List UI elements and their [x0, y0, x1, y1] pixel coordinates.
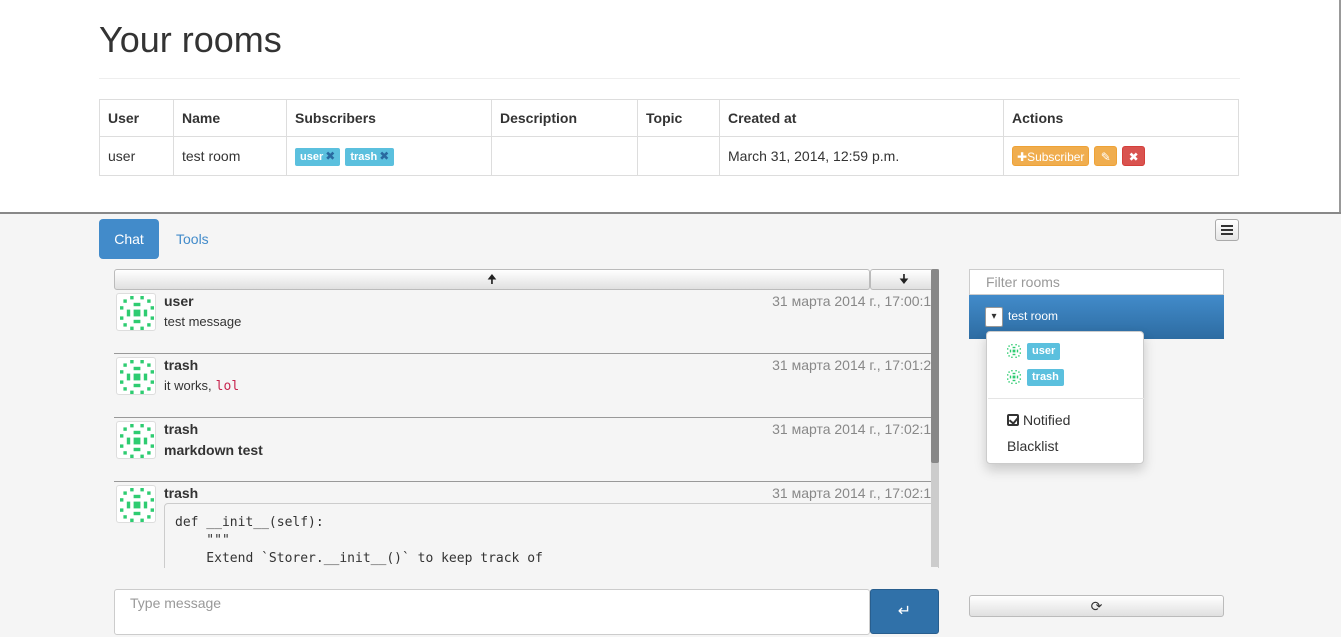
menu-button[interactable] — [1215, 219, 1239, 241]
notified-menu-item[interactable]: Notified — [1007, 412, 1070, 428]
filter-rooms-input[interactable]: Filter rooms — [969, 269, 1224, 295]
message-input[interactable]: Type message — [114, 589, 870, 635]
inline-code: lol — [215, 379, 240, 394]
remove-icon[interactable]: ✖ — [379, 149, 389, 163]
refresh-icon: ⟳ — [1090, 598, 1103, 614]
code-block: def __init__(self): """ Extend `Storer._… — [164, 503, 939, 568]
avatar — [1007, 344, 1021, 358]
tab-chat[interactable]: Chat — [99, 219, 159, 259]
subscriber-badge-label: trash — [350, 150, 378, 163]
subscriber-badge: trash ✖ — [345, 147, 395, 166]
remove-circle-icon: ✖ — [1128, 150, 1139, 164]
check-square-icon — [1007, 414, 1019, 426]
message-timestamp: 31 марта 2014 г., 17:01:26 — [772, 357, 939, 373]
page-title: Your rooms — [99, 19, 282, 60]
avatar — [116, 485, 156, 523]
delete-button[interactable]: ✖ — [1122, 146, 1146, 166]
dropdown-subscriber[interactable]: trash — [1007, 368, 1064, 386]
message-timestamp: 31 марта 2014 г., 17:00:17 — [772, 293, 939, 309]
add-subscriber-button[interactable]: ✚Subscriber — [1012, 146, 1090, 166]
message-timestamp: 31 марта 2014 г., 17:02:14 — [772, 421, 939, 437]
subscriber-badge: trash — [1027, 368, 1064, 386]
edit-button[interactable]: ✎ — [1094, 146, 1118, 166]
plus-icon: ✚ — [1017, 150, 1028, 164]
message-list: user 31 марта 2014 г., 17:00:17 test mes… — [114, 290, 940, 568]
dropdown-subscriber[interactable]: user — [1007, 342, 1061, 360]
dropdown-divider — [988, 398, 1144, 399]
cell-description — [491, 136, 638, 176]
column-header-topic: Topic — [637, 99, 720, 137]
add-subscriber-label: Subscriber — [1027, 150, 1085, 164]
cell-actions: ✚Subscriber ✎ ✖ — [1003, 136, 1239, 176]
avatar — [1007, 370, 1021, 384]
column-header-created-at: Created at — [719, 99, 1004, 137]
title-divider — [99, 78, 1240, 79]
subscriber-badge-label: user — [300, 150, 324, 163]
cell-created-at: March 31, 2014, 12:59 p.m. — [719, 136, 1004, 176]
arrow-up-icon: 🠉 — [487, 272, 497, 286]
subscriber-badge: user ✖ — [295, 147, 341, 166]
room-name: test room — [1008, 309, 1059, 323]
message-author: trash — [164, 357, 199, 373]
column-header-user: User — [99, 99, 174, 137]
cell-topic — [637, 136, 720, 176]
scrollbar-thumb[interactable] — [931, 269, 939, 463]
column-header-subscribers: Subscribers — [286, 99, 492, 137]
enter-icon: ↵ — [897, 603, 912, 620]
table-row: user test room user ✖ trash ✖ March 31, 201… — [99, 136, 1239, 176]
message-text: it works, lol — [164, 378, 239, 394]
cell-user: user — [99, 136, 174, 176]
cell-name: test room — [173, 136, 287, 176]
scroll-up-button[interactable]: 🠉 — [114, 269, 870, 290]
caret-down-icon[interactable]: ▾ — [985, 307, 1003, 327]
message-text: markdown test — [164, 442, 263, 458]
send-button[interactable]: ↵ — [870, 589, 939, 634]
message-author: trash — [164, 421, 199, 437]
message-timestamp: 31 марта 2014 г., 17:02:16 — [772, 485, 939, 501]
tab-tools[interactable]: Tools — [161, 219, 224, 259]
message-text: test message — [164, 314, 242, 329]
rooms-table: User Name Subscribers Description Topic … — [99, 99, 1239, 176]
column-header-name: Name — [173, 99, 287, 137]
edit-icon: ✎ — [1100, 150, 1111, 164]
message-author: trash — [164, 485, 199, 501]
avatar — [116, 421, 156, 459]
remove-icon[interactable]: ✖ — [325, 149, 335, 163]
arrow-down-icon: 🠋 — [899, 272, 909, 286]
avatar — [116, 293, 156, 331]
cell-subscribers: user ✖ trash ✖ — [286, 136, 492, 176]
column-header-description: Description — [491, 99, 638, 137]
table-header-row: User Name Subscribers Description Topic … — [99, 99, 1239, 137]
message-author: user — [164, 293, 194, 309]
message-item: user 31 марта 2014 г., 17:00:17 test mes… — [114, 290, 939, 354]
message-text-content: it works, — [164, 378, 212, 393]
notified-label: Notified — [1023, 412, 1071, 428]
room-dropdown-menu: user trash Notified Blacklist — [986, 331, 1144, 464]
message-item: trash 31 марта 2014 г., 17:02:14 markdow… — [114, 418, 939, 482]
blacklist-menu-item[interactable]: Blacklist — [1007, 438, 1058, 454]
subscriber-badge: user — [1027, 342, 1061, 360]
refresh-button[interactable]: ⟳ — [969, 595, 1224, 617]
hamburger-icon — [1221, 225, 1233, 235]
column-header-actions: Actions — [1003, 99, 1239, 137]
message-item: trash 31 марта 2014 г., 17:01:26 it work… — [114, 354, 939, 418]
avatar — [116, 357, 156, 395]
scroll-down-button[interactable]: 🠋 — [870, 269, 938, 290]
